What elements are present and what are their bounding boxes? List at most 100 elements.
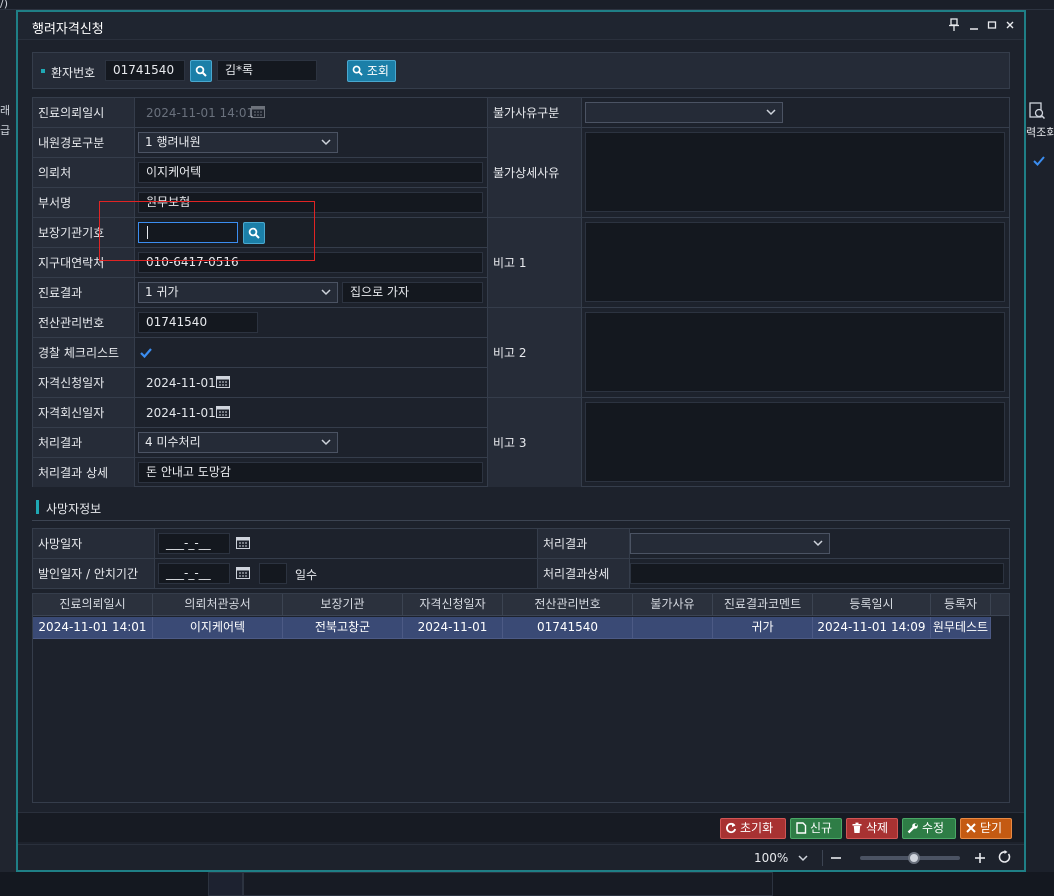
patient-search-button[interactable]	[190, 60, 212, 82]
note2-cell	[582, 308, 1009, 398]
note3-textarea[interactable]	[585, 402, 1005, 482]
table-cell: 이지케어텍	[153, 617, 283, 639]
refresh-icon	[725, 821, 737, 834]
action-bar: 초기화 신규 삭제 수정 닫기	[18, 812, 1024, 842]
check-icon	[139, 348, 153, 363]
table-header[interactable]: 등록자	[931, 594, 991, 616]
process-detail-input[interactable]: 돈 안내고 도망감	[138, 462, 483, 483]
death-date-cell: ___-_-__	[155, 529, 537, 559]
dialog-title: 행려자격신청	[32, 22, 104, 37]
mgmt-no-cell: 01741540	[135, 308, 487, 338]
title-bar[interactable]: 행려자격신청	[18, 12, 1024, 40]
background-top-bar: /)	[0, 0, 1054, 10]
table-header[interactable]: 의뢰처관공서	[153, 594, 283, 616]
new-button-label: 신규	[810, 821, 833, 835]
mgmt-no-input[interactable]: 01741540	[138, 312, 258, 333]
table-header-filler	[991, 594, 1009, 616]
patient-no-input[interactable]: 01741540	[105, 60, 185, 81]
process-detail-label: 처리결과 상세	[33, 458, 135, 487]
new-button[interactable]: 신규	[790, 818, 842, 839]
calendar-icon[interactable]	[216, 375, 230, 391]
table-header[interactable]: 불가사유	[633, 594, 713, 616]
pin-icon[interactable]	[946, 16, 962, 34]
close-icon	[965, 821, 977, 833]
process-result-select[interactable]: 4 미수처리	[138, 432, 338, 453]
mgmt-no-label: 전산관리번호	[33, 308, 135, 338]
calendar-icon[interactable]	[251, 105, 265, 121]
note1-textarea[interactable]	[585, 222, 1005, 302]
zoom-slider-thumb[interactable]	[908, 852, 920, 864]
police-check-label: 경찰 체크리스트	[33, 338, 135, 368]
found-date-input[interactable]: ___-_-__	[158, 563, 230, 584]
section-marker	[36, 500, 39, 514]
note1-label: 비고 1	[488, 218, 582, 308]
zoom-out-icon[interactable]	[830, 851, 842, 868]
table-header[interactable]: 보장기관	[283, 594, 403, 616]
death-date-label: 사망일자	[33, 529, 155, 559]
death-result-select[interactable]	[630, 533, 830, 554]
days-input[interactable]	[259, 563, 287, 584]
table-header[interactable]: 자격신청일자	[403, 594, 503, 616]
status-bar: 100%	[18, 844, 1024, 870]
death-result-detail-input[interactable]	[630, 563, 1004, 584]
reject-detail-textarea[interactable]	[585, 132, 1005, 212]
table-header[interactable]: 진료결과코멘트	[713, 594, 813, 616]
table-cell: 2024-11-01 14:09	[813, 617, 931, 639]
chevron-down-icon[interactable]	[798, 851, 808, 868]
police-check-cell	[135, 338, 487, 368]
divider	[822, 850, 823, 866]
table-cell: 01741540	[503, 617, 633, 639]
note2-textarea[interactable]	[585, 312, 1005, 392]
refresh-icon[interactable]	[998, 850, 1012, 867]
reject-detail-label: 불가상세사유	[488, 128, 582, 218]
result-comment-input[interactable]: 집으로 가자	[342, 282, 483, 303]
apply-date-cell: 2024-11-01	[135, 368, 487, 398]
process-result-cell: 4 미수처리	[135, 428, 487, 458]
route-select[interactable]: 1 행려내원	[138, 132, 338, 153]
police-check-checkbox[interactable]	[139, 346, 153, 360]
table-header[interactable]: 전산관리번호	[503, 594, 633, 616]
apply-date-value[interactable]: 2024-11-01	[146, 376, 216, 390]
minimize-icon[interactable]	[966, 16, 982, 34]
apply-date-label: 자격신청일자	[33, 368, 135, 398]
zoom-in-icon[interactable]	[974, 851, 986, 868]
table-cell: 귀가	[713, 617, 813, 639]
calendar-icon[interactable]	[216, 405, 230, 421]
document-search-icon[interactable]	[1028, 102, 1046, 120]
table-header[interactable]: 등록일시	[813, 594, 931, 616]
query-button[interactable]: 조회	[347, 60, 396, 82]
days-unit-label: 일수	[295, 568, 318, 582]
section-divider	[32, 520, 1010, 521]
calendar-icon[interactable]	[236, 566, 250, 582]
reply-date-value[interactable]: 2024-11-01	[146, 406, 216, 420]
death-result-detail-label: 처리결과상세	[538, 559, 630, 588]
reset-button[interactable]: 초기화	[720, 818, 786, 839]
zoom-level[interactable]: 100%	[754, 851, 788, 865]
death-date-input[interactable]: ___-_-__	[158, 533, 230, 554]
delete-button[interactable]: 삭제	[846, 818, 898, 839]
maximize-icon[interactable]	[984, 16, 1000, 34]
edit-button[interactable]: 수정	[902, 818, 956, 839]
patient-name-field: 김*록	[217, 60, 317, 81]
chevron-down-icon	[321, 135, 331, 155]
table-row[interactable]: 2024-11-01 14:01 이지케어텍 전북고창군 2024-11-01 …	[33, 617, 991, 639]
note3-label: 비고 3	[488, 398, 582, 487]
process-result-select-value: 4 미수처리	[145, 435, 201, 449]
result-select[interactable]: 1 귀가	[138, 282, 338, 303]
process-detail-cell: 돈 안내고 도망감	[135, 458, 487, 487]
background-top-fragment: /)	[0, 0, 8, 10]
chevron-down-icon	[813, 536, 823, 556]
found-date-label: 발인일자 / 안치기간	[33, 559, 155, 588]
route-label: 내원경로구분	[33, 128, 135, 158]
referrer-cell: 이지케어텍	[135, 158, 487, 188]
history-table: 진료의뢰일시 의뢰처관공서 보장기관 자격신청일자 전산관리번호 불가사유 진료…	[32, 593, 1010, 803]
reject-type-select[interactable]	[585, 102, 783, 123]
close-icon[interactable]	[1002, 16, 1018, 34]
close-button[interactable]: 닫기	[960, 818, 1012, 839]
background-right-label: 력조회	[1026, 126, 1054, 139]
table-header[interactable]: 진료의뢰일시	[33, 594, 153, 616]
reject-type-label: 불가사유구분	[488, 98, 582, 128]
zoom-slider-track[interactable]	[860, 852, 960, 864]
calendar-icon[interactable]	[236, 536, 250, 552]
referrer-input[interactable]: 이지케어텍	[138, 162, 483, 183]
